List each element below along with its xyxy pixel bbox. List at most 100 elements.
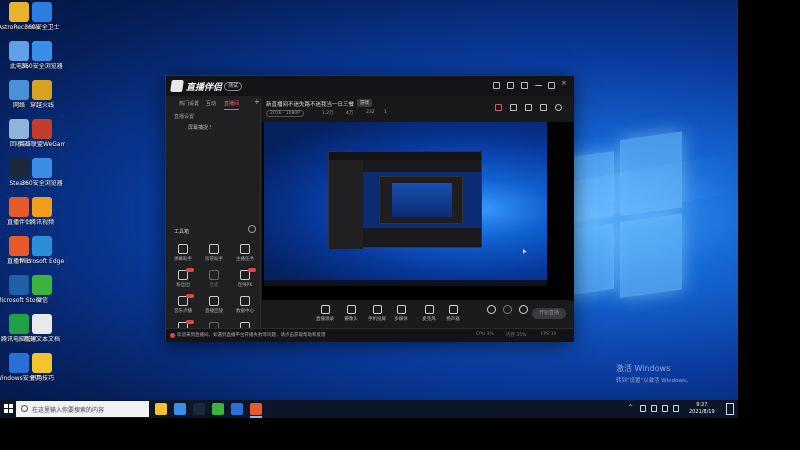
tool-item[interactable]: 连麦 [200, 270, 228, 288]
desktop-icon[interactable]: 使用技巧 [19, 353, 65, 382]
new-badge [186, 320, 194, 324]
taskbar-app-360-browser[interactable] [174, 403, 186, 415]
minimize-icon[interactable] [535, 82, 542, 86]
lock-icon[interactable] [510, 104, 517, 111]
close-icon[interactable]: × [561, 80, 568, 87]
desktop-icon[interactable]: 穿越火线 [19, 80, 65, 109]
tool-item[interactable]: 音乐点播 [169, 294, 197, 314]
tab-live-room[interactable]: 直播间 [224, 100, 240, 110]
taskbar-app-file-explorer[interactable] [155, 403, 167, 415]
alert-icon [170, 333, 175, 338]
gear-icon[interactable] [512, 305, 534, 314]
bottom-tool-button[interactable]: 摄像头 [340, 305, 362, 322]
maximize-icon[interactable] [548, 82, 555, 89]
bottom-tool-button[interactable]: 直播源录 [314, 305, 336, 322]
bottom-tool-label: 摄像头 [344, 317, 358, 322]
settings-icon[interactable] [507, 82, 514, 89]
app-icon [32, 314, 52, 334]
desktop-icon[interactable]: 腾讯视频 [19, 197, 65, 226]
tool-item[interactable]: 房管助手 [200, 244, 228, 262]
stream-category-tag[interactable]: 游戏 [357, 99, 372, 107]
status-message[interactable]: 欢迎来到直播间，如遇到直播平台开播失败等问题，请点击获取帮助和反馈 [177, 332, 326, 338]
desktop-icon-label: 360安全浏览器 [21, 63, 63, 70]
taskbar-clock[interactable]: 9:27 2021/8/19 [689, 402, 715, 416]
stream-preview[interactable] [262, 122, 574, 300]
bottom-tool-button[interactable]: 扬声器 [442, 305, 464, 322]
bottom-tool-icon [320, 305, 330, 314]
app-titlebar[interactable]: 直播伴侣 测试 × [166, 76, 574, 96]
tool-icon [209, 296, 219, 306]
stream-title[interactable]: 新直播间不迷失路不迷我当一日三餐 [266, 100, 354, 108]
tool-label: 房管助手 [205, 257, 223, 262]
tray-chevron-icon[interactable]: ^ [628, 404, 634, 411]
share-icon[interactable] [555, 104, 562, 111]
preview-app-window [328, 151, 482, 249]
desktop-icon-label: 腾讯视频 [29, 219, 54, 226]
tool-label: 数据中心 [236, 309, 254, 314]
bottom-tool-button[interactable]: 多媒体 [390, 305, 412, 322]
bottom-tool-icon [372, 305, 382, 314]
tool-label: 主播任务 [236, 257, 254, 262]
resolution-chip[interactable]: 2016 · 1080P [266, 110, 304, 117]
desktop-icon[interactable]: 微信 [19, 275, 65, 304]
taskbar-app-store[interactable] [231, 403, 243, 415]
start-live-button[interactable]: 开始直播 [532, 308, 566, 319]
desktop-icon[interactable]: 360安全浏览器 [19, 41, 65, 70]
viewer-count: 1.2万 [322, 111, 334, 116]
tool-item[interactable]: 连线PK [231, 268, 259, 288]
taskbar-app-wechat[interactable] [212, 403, 224, 415]
scene-row-title[interactable]: 直播设置 [174, 113, 194, 120]
notification-icon[interactable] [726, 403, 734, 415]
live-companion-window[interactable]: 直播伴侣 测试 × 热门设置 互动 直播间 + 直播设置 屏幕捕捉 ! 工具箱 … [165, 75, 574, 342]
screenshot-icon[interactable] [525, 104, 532, 111]
bottom-tool-label: 手机投屏 [368, 317, 386, 322]
taskbar-app-live-companion[interactable] [250, 403, 262, 415]
taskbar-search-box[interactable]: 在这里输入你要搜索的内容 [16, 401, 149, 417]
desktop: AstroRecorder 360安全卫士 此电脑 360安全浏览器 网络 穿越火线 回收站… [0, 0, 738, 418]
tab-interaction[interactable]: 互动 [206, 100, 216, 107]
desktop-icon[interactable]: 新建文本文档 [19, 314, 65, 343]
add-icon[interactable]: + [254, 98, 260, 106]
home-icon[interactable] [540, 104, 547, 111]
taskbar-app-steam[interactable] [193, 403, 205, 415]
desktop-icon[interactable]: 360安全浏览器 [19, 158, 65, 187]
bottom-tool-icon [346, 305, 356, 314]
menu-icon[interactable] [521, 82, 528, 89]
activation-watermark: 激活 Windows 转到"设置"以激活 Windows。 [616, 363, 691, 384]
like-count: 4万 [346, 111, 354, 116]
tool-item[interactable]: 主播任务 [231, 244, 259, 262]
cpu-stat: CPU 3% [476, 332, 494, 337]
app-icon [32, 41, 52, 61]
refresh-icon[interactable] [248, 225, 256, 233]
desktop-icon[interactable]: Microsoft Edge [19, 236, 65, 265]
tool-item[interactable]: 弹幕助手 [169, 244, 197, 262]
windows-logo-graphic [556, 131, 686, 309]
desktop-icon[interactable]: 360安全卫士 [19, 2, 65, 31]
app-icon [32, 236, 52, 256]
bottom-tool-label: 多媒体 [394, 317, 408, 322]
tool-label: 连线PK [237, 283, 253, 288]
desktop-icon-label: 新建文本文档 [23, 336, 60, 343]
fps-stat: FPS 30 [541, 332, 557, 337]
tool-item[interactable]: 粉丝团 [169, 268, 197, 288]
tab-hot-settings[interactable]: 热门设置 [179, 100, 199, 107]
tool-icon [178, 244, 188, 254]
tray-volume-icon[interactable] [651, 405, 657, 412]
app-icon [32, 275, 52, 295]
tool-item[interactable]: 数据中心 [231, 296, 259, 314]
bottom-tool-button[interactable]: 麦克风 [418, 305, 440, 322]
start-button[interactable] [4, 404, 14, 414]
clock-time: 9:27 [696, 402, 708, 408]
cast-icon[interactable] [493, 82, 500, 89]
tray-battery-icon[interactable] [662, 405, 668, 412]
tray-ime-icon[interactable] [673, 405, 679, 412]
bottom-tool-button[interactable]: 手机投屏 [366, 305, 388, 322]
preview-taskbar [264, 280, 547, 286]
activation-title: 激活 Windows [616, 364, 671, 373]
screen-capture-row[interactable]: 屏幕捕捉 ! [188, 124, 212, 131]
tool-item[interactable]: 直播回放 [200, 296, 228, 314]
desktop-icon[interactable]: 英雄联盟WeGame版 [19, 119, 65, 148]
tray-network-icon[interactable] [640, 405, 646, 412]
record-icon[interactable] [495, 104, 502, 111]
desktop-icon-label: 360安全卫士 [24, 24, 60, 31]
